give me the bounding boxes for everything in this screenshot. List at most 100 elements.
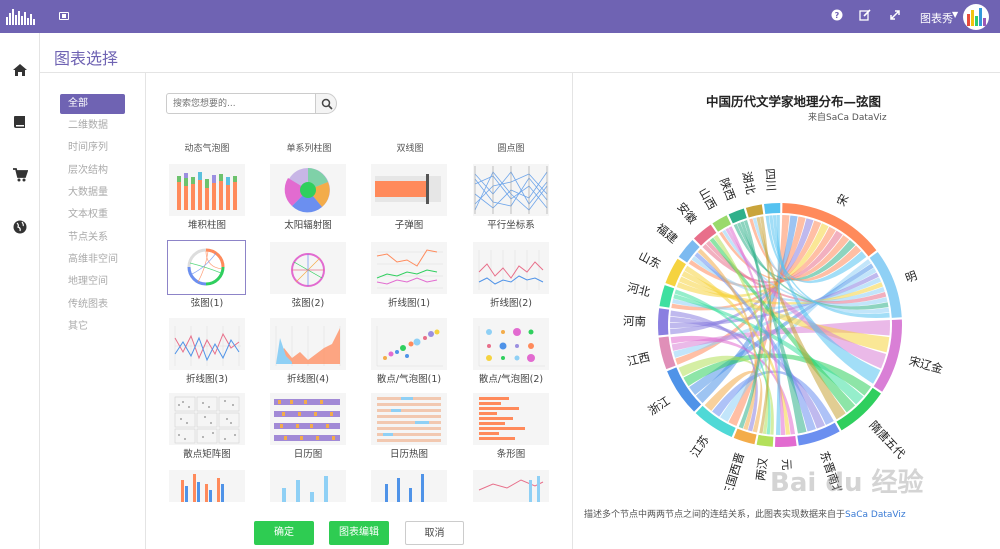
category-traditional[interactable]: 传统图表 — [60, 295, 125, 315]
preview-subtitle: 来自SaCa DataViz — [808, 113, 887, 123]
watermark: Bai du 经验 — [770, 468, 924, 498]
chart-card-partial[interactable] — [371, 470, 447, 502]
category-time-series[interactable]: 时间序列 — [60, 138, 125, 158]
chord-label: 安徽 — [674, 200, 700, 227]
chart-card-line-1[interactable] — [371, 242, 447, 294]
chord-label: 江西 — [626, 350, 652, 369]
chart-card-scatter-2[interactable] — [473, 318, 549, 370]
chord-label: 河北 — [626, 280, 652, 299]
category-high-dim[interactable]: 高维非空间 — [60, 250, 125, 270]
chord-label: 陕西 — [717, 176, 738, 202]
avatar[interactable] — [963, 4, 989, 30]
preview-title: 中国历代文学家地理分布—弦图 — [706, 94, 882, 109]
cart-icon[interactable] — [12, 167, 28, 183]
page-title: 图表选择 — [54, 49, 119, 68]
svg-text:?: ? — [835, 11, 840, 20]
chart-card-calendar[interactable] — [270, 393, 346, 445]
search-icon — [321, 98, 333, 110]
description-text: 描述多个节点中两两节点之间的连结关系，此图表实现数据来自于 — [584, 510, 846, 520]
chart-card-line-2[interactable] — [473, 242, 549, 294]
chord-chart: 宋明宋辽金隋唐五代东晋南北朝元两汉三国西晋江苏浙江江西河南河北山东福建安徽山西陕… — [623, 168, 945, 490]
chart-card-label: 日历热图 — [389, 449, 428, 460]
chart-card-scatter-1[interactable] — [371, 318, 447, 370]
column-header[interactable]: 动态气泡图 — [167, 141, 247, 154]
top-bar: ? 图表秀 ▼ — [0, 0, 1000, 33]
cancel-button[interactable]: 取消 — [405, 521, 464, 545]
chart-card-label: 折线图(2) — [490, 298, 532, 309]
chart-card-partial[interactable] — [270, 470, 346, 502]
chart-card-line-4[interactable] — [270, 318, 346, 370]
user-name[interactable]: 图表秀 — [920, 10, 953, 26]
app-logo-icon[interactable] — [6, 7, 36, 25]
chart-card-chord-2[interactable] — [270, 242, 346, 294]
chart-card-partial[interactable] — [473, 470, 549, 502]
chord-ribbons — [670, 215, 890, 435]
chord-label: 河南 — [623, 314, 646, 329]
chord-arc — [659, 285, 675, 308]
chord-label: 宋辽金 — [907, 354, 944, 377]
chart-card-stacked-bar[interactable] — [169, 164, 245, 216]
chord-arc — [763, 203, 781, 214]
chart-card-calendar-heat[interactable] — [371, 393, 447, 445]
chart-card-sunburst[interactable] — [270, 164, 346, 216]
confirm-button[interactable]: 确定 — [254, 521, 314, 545]
chart-card-label: 太阳辐射图 — [284, 220, 332, 231]
chord-label: 宋 — [834, 191, 852, 208]
category-geo[interactable]: 地理空间 — [60, 272, 125, 292]
left-nav — [0, 33, 40, 549]
chart-card-label: 弦图(1) — [190, 298, 224, 309]
chord-label: 山西 — [696, 185, 720, 212]
chart-card-label: 子弹图 — [394, 220, 424, 231]
chart-card-label: 弦图(2) — [291, 298, 325, 309]
chord-label: 三国西晋 — [720, 451, 747, 490]
chart-card-bullet[interactable] — [371, 164, 447, 216]
category-all[interactable]: 全部 — [60, 94, 125, 114]
chart-card-label: 折线图(4) — [287, 374, 329, 385]
chart-card-label: 散点矩阵图 — [183, 449, 231, 460]
search-input[interactable] — [166, 93, 316, 114]
help-icon[interactable]: ? — [830, 9, 844, 23]
category-hierarchy[interactable]: 层次结构 — [60, 161, 125, 181]
chord-label: 福建 — [654, 221, 681, 247]
column-header[interactable]: 单系列柱图 — [269, 141, 349, 154]
edit-icon[interactable] — [858, 9, 872, 23]
chart-card-scatter-matrix[interactable] — [169, 393, 245, 445]
chord-label: 四川 — [763, 168, 778, 192]
chart-card-bar[interactable] — [473, 393, 549, 445]
category-2d-data[interactable]: 二维数据 — [60, 116, 125, 136]
chord-label: 湖北 — [739, 170, 758, 196]
column-header[interactable]: 双线图 — [370, 141, 450, 154]
chart-card-chord-1[interactable] — [167, 240, 246, 295]
chord-arc — [756, 434, 774, 447]
chart-card-partial[interactable] — [169, 470, 245, 502]
source-link[interactable]: SaCa DataViz — [845, 510, 906, 520]
search-button[interactable] — [315, 93, 337, 114]
chart-edit-button[interactable]: 图表编辑 — [329, 521, 389, 545]
chord-label: 两汉 — [753, 457, 770, 482]
preview-description: 描述多个节点中两两节点之间的连结关系，此图表实现数据来自于SaCa DataVi… — [584, 507, 994, 520]
chord-label: 江苏 — [687, 433, 711, 460]
home-icon[interactable] — [12, 62, 28, 78]
globe-icon[interactable] — [12, 219, 28, 235]
category-node-relation[interactable]: 节点关系 — [60, 228, 125, 248]
column-header[interactable]: 圆点图 — [471, 141, 551, 154]
chart-card-label: 日历图 — [293, 449, 323, 460]
category-other[interactable]: 其它 — [60, 317, 125, 337]
chord-arc — [658, 308, 670, 336]
menu-toggle-icon[interactable] — [59, 12, 69, 20]
chart-card-line-3[interactable] — [169, 318, 245, 370]
chart-card-parallel[interactable] — [473, 164, 549, 216]
chart-card-label: 折线图(3) — [186, 374, 228, 385]
chevron-down-icon[interactable]: ▼ — [952, 10, 958, 19]
book-icon[interactable] — [12, 114, 28, 130]
fullscreen-icon[interactable] — [888, 9, 902, 23]
category-big-data[interactable]: 大数据量 — [60, 183, 125, 203]
chart-card-label: 平行坐标系 — [487, 220, 535, 231]
chord-arc — [745, 204, 764, 218]
chart-card-label: 堆积柱图 — [187, 220, 226, 231]
category-panel: 全部 二维数据 时间序列 层次结构 大数据量 文本权重 节点关系 高维非空间 地… — [40, 73, 146, 549]
chord-label: 浙江 — [646, 393, 673, 418]
chart-card-label: 散点/气泡图(2) — [478, 374, 544, 385]
category-text-weight[interactable]: 文本权重 — [60, 205, 125, 225]
chord-label: 明 — [903, 268, 919, 285]
